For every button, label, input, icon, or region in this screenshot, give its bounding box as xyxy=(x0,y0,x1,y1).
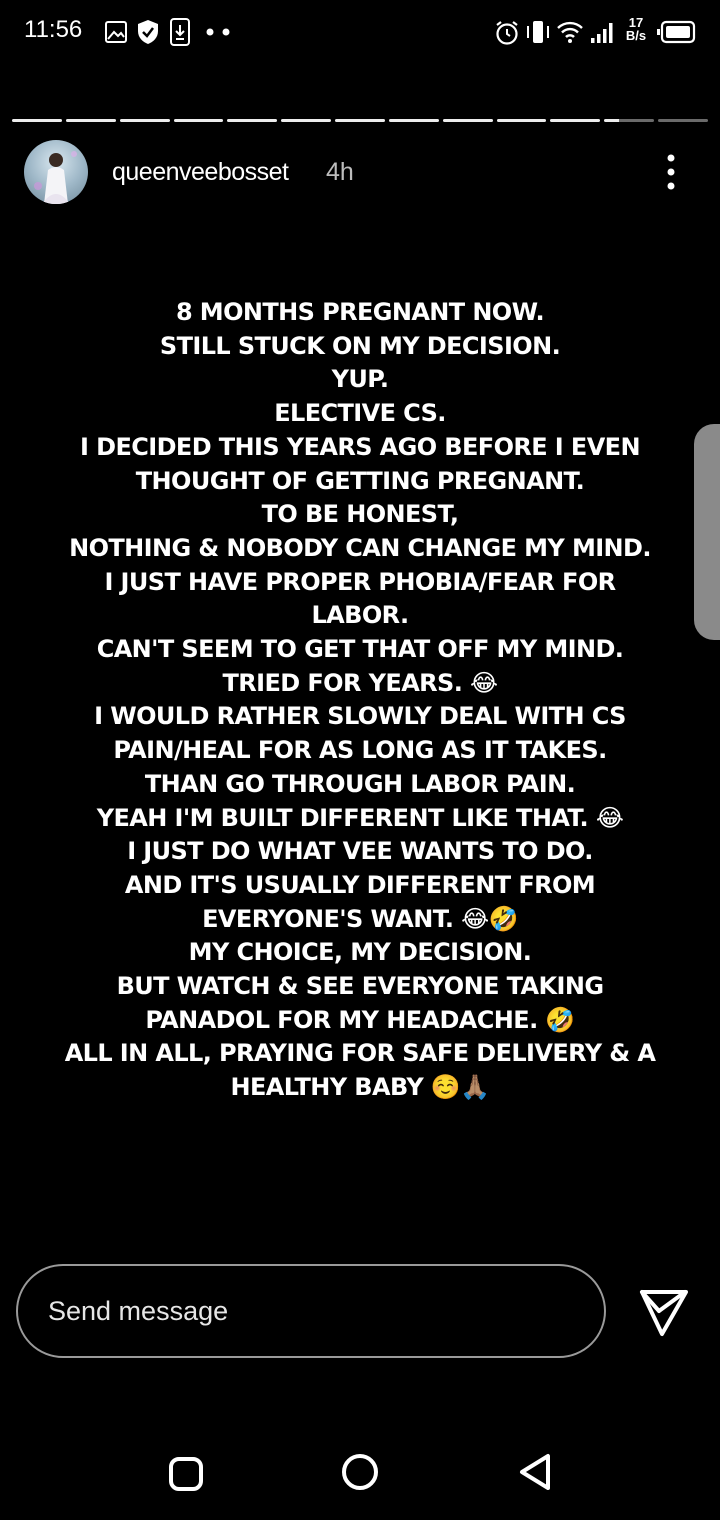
progress-segment xyxy=(442,119,493,122)
send-message-input[interactable] xyxy=(16,1264,606,1358)
story-text-line: EVERYONE'S WANT. 😂🤣 xyxy=(202,904,518,933)
story-text-line: ALL IN ALL, PRAYING FOR SAFE DELIVERY & … xyxy=(64,1039,656,1068)
avatar[interactable] xyxy=(24,140,88,204)
progress-segment xyxy=(604,119,655,122)
story-text-line: 8 MONTHS PREGNANT NOW. xyxy=(175,298,545,326)
shield-check-icon xyxy=(138,20,158,44)
vibrate-icon xyxy=(527,21,549,43)
progress-segment xyxy=(496,119,547,122)
more-options-button[interactable] xyxy=(656,152,686,192)
story-username[interactable]: queenveebosset xyxy=(112,158,289,187)
story-text-line: NOTHING & NOBODY CAN CHANGE MY MIND. xyxy=(69,533,651,562)
download-icon xyxy=(170,18,190,46)
story-text-line: PAIN/HEAL FOR AS LONG AS IT TAKES. xyxy=(113,736,607,765)
progress-segment xyxy=(173,119,224,122)
story-text-line: HEALTHY BABY ☺️🙏🏽 xyxy=(230,1073,491,1102)
gallery-icon xyxy=(105,21,127,43)
story-text-line: CAN'T SEEM TO GET THAT OFF MY MIND. xyxy=(96,635,624,664)
side-edge-handle[interactable] xyxy=(694,424,720,640)
progress-segment xyxy=(227,119,278,122)
story-text: 8 MONTHS PREGNANT NOW. STILL STUCK ON MY … xyxy=(60,296,660,1105)
story-text-line: I DECIDED THIS YEARS AGO BEFORE I EVEN xyxy=(80,432,641,461)
story-text-line: LABOR. xyxy=(311,601,409,630)
status-bar: 11:56 17 B/s xyxy=(0,0,720,64)
story-text-line: PANADOL FOR MY HEADACHE. 🤣 xyxy=(145,1005,575,1034)
story-time-ago: 4h xyxy=(326,158,354,186)
story-text-line: TO BE HONEST, xyxy=(261,500,459,529)
send-paper-plane-icon xyxy=(640,1290,688,1336)
story-text-line: TRIED FOR YEARS. 😂 xyxy=(222,668,499,697)
progress-segment xyxy=(335,119,385,122)
story-text-line: MY CHOICE, MY DECISION. xyxy=(188,938,532,967)
recents-square-icon[interactable] xyxy=(168,1456,204,1492)
story-text-line: AND IT'S USUALLY DIFFERENT FROM xyxy=(124,870,596,899)
story-progress-bar xyxy=(12,119,708,123)
signal-icon xyxy=(591,23,613,43)
story-text-line: YUP. xyxy=(331,365,389,394)
progress-segment xyxy=(388,119,439,122)
progress-segment xyxy=(65,119,116,122)
story-text-line: I JUST DO WHAT VEE WANTS TO DO. xyxy=(127,837,593,866)
story-text-line: BUT WATCH & SEE EVERYONE TAKING xyxy=(116,972,604,1001)
back-triangle-icon[interactable] xyxy=(516,1452,554,1492)
navigation-bar xyxy=(0,1420,720,1520)
story-text-line: THAN GO THROUGH LABOR PAIN. xyxy=(144,769,576,798)
progress-segment xyxy=(281,119,332,122)
more-vertical-icon xyxy=(667,154,675,190)
progress-segment xyxy=(550,119,601,122)
progress-segment xyxy=(12,119,62,122)
status-time: 11:56 xyxy=(24,16,83,43)
progress-segment xyxy=(658,119,708,122)
net-speed: 17 B/s xyxy=(622,16,650,42)
story-text-line: ELECTIVE CS. xyxy=(274,399,446,428)
home-circle-icon[interactable] xyxy=(340,1452,380,1492)
send-button[interactable] xyxy=(638,1286,690,1338)
story-text-line: I JUST HAVE PROPER PHOBIA/FEAR FOR xyxy=(104,567,616,596)
alarm-icon xyxy=(496,21,518,45)
story-text-line: STILL STUCK ON MY DECISION. xyxy=(159,331,561,360)
story-text-line: THOUGHT OF GETTING PREGNANT. xyxy=(135,466,585,495)
battery-icon xyxy=(657,20,696,44)
more-dots-icon xyxy=(206,28,230,36)
wifi-icon xyxy=(557,21,583,43)
story-text-line: I WOULD RATHER SLOWLY DEAL WITH CS xyxy=(94,702,626,731)
net-speed-unit: B/s xyxy=(625,28,647,43)
progress-segment xyxy=(119,119,170,122)
story-text-line: YEAH I'M BUILT DIFFERENT LIKE THAT. 😂 xyxy=(96,803,624,832)
